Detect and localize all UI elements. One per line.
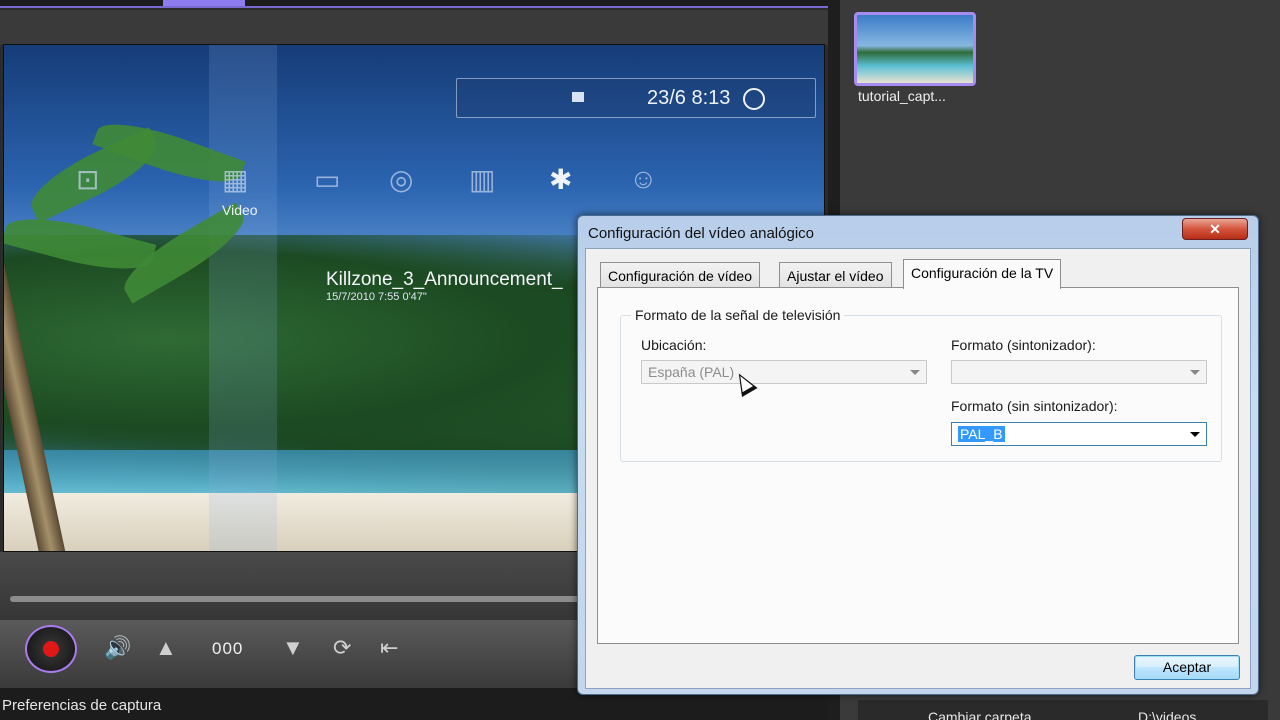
close-button[interactable]: ✕ <box>1182 218 1248 240</box>
tuner-format-label: Formato (sintonizador): <box>951 337 1096 353</box>
library-footer: Cambiar carpeta D:\videos <box>858 700 1268 720</box>
group-title: Formato de la señal de televisión <box>631 307 845 323</box>
xmb-video-label: Video <box>222 202 258 218</box>
preview-xmb-column <box>209 45 277 551</box>
xmb-friends-icon: ☺ <box>629 163 658 194</box>
media-meta: 15/7/2010 7:55 0'47" <box>326 291 427 303</box>
location-label: Ubicación: <box>641 337 707 353</box>
folder-path: D:\videos <box>1138 709 1197 720</box>
input-source-icon[interactable]: ⇤ <box>380 636 398 660</box>
thumbnail-label: tutorial_capt... <box>858 88 946 104</box>
notification-icon <box>572 92 584 102</box>
volume-icon[interactable]: 🔊 <box>104 636 131 660</box>
change-folder-button[interactable]: Cambiar carpeta <box>928 709 1032 720</box>
no-tuner-format-value: PAL_B <box>958 426 1005 442</box>
refresh-icon[interactable]: ⟳ <box>333 636 351 660</box>
xmb-psn-icon: ✱ <box>549 164 573 195</box>
xmb-game-icon: ◎ <box>389 164 414 195</box>
channel-counter: 000 <box>212 639 244 658</box>
xmb-network-icon: ▥ <box>469 164 496 195</box>
tab-adjust-video[interactable]: Ajustar el vídeo <box>779 262 892 288</box>
video-thumbnail[interactable] <box>854 12 976 86</box>
clock-icon <box>743 88 765 110</box>
channel-up-icon[interactable]: ▲ <box>155 636 177 660</box>
accept-button[interactable]: Aceptar <box>1134 655 1240 680</box>
no-tuner-format-select[interactable]: PAL_B <box>951 422 1207 446</box>
analog-video-settings-dialog: Configuración del vídeo analógico ✕ Conf… <box>577 215 1259 695</box>
ps3-clock: 23/6 8:13 <box>647 87 731 109</box>
record-button[interactable] <box>25 625 77 673</box>
tuner-format-select[interactable] <box>951 360 1207 384</box>
chevron-down-icon <box>1190 370 1200 375</box>
capture-preferences-link[interactable]: Preferencias de captura <box>2 697 161 714</box>
tv-settings-panel: Formato de la señal de televisión Ubicac… <box>597 287 1239 644</box>
tv-signal-format-group: Formato de la señal de televisión Ubicac… <box>620 307 1222 462</box>
xmb-tv-icon: ▭ <box>314 164 341 195</box>
location-select[interactable]: España (PAL) <box>641 360 927 384</box>
no-tuner-format-label: Formato (sin sintonizador): <box>951 398 1118 414</box>
tab-video-settings[interactable]: Configuración de vídeo <box>600 262 760 288</box>
channel-down-icon[interactable]: ▼ <box>282 636 304 660</box>
xmb-photo-icon: ⊡ <box>76 164 100 195</box>
tab-tv-settings[interactable]: Configuración de la TV <box>903 259 1062 289</box>
chevron-down-icon <box>910 370 920 375</box>
record-icon <box>43 641 59 657</box>
xmb-video-icon: ▦ <box>222 164 249 195</box>
top-strip <box>0 0 828 8</box>
dialog-title: Configuración del vídeo analógico <box>588 225 814 242</box>
preview-header <box>0 10 828 45</box>
dialog-body: Configuración de vídeo Ajustar el vídeo … <box>585 248 1251 689</box>
chevron-down-icon <box>1190 432 1200 437</box>
active-tab-indicator <box>163 0 245 6</box>
ps3-clock-box: 23/6 8:13 <box>456 78 816 118</box>
media-title: Killzone_3_Announcement_ <box>326 269 563 290</box>
location-value: España (PAL) <box>648 364 735 380</box>
